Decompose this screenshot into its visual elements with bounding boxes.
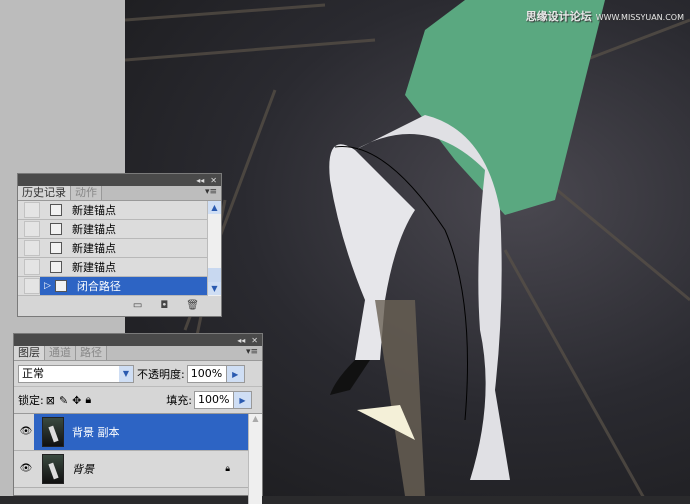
history-item[interactable]: 新建锚点	[18, 201, 207, 220]
history-item-selected[interactable]: ▷ 闭合路径	[18, 277, 207, 296]
layers-scrollbar[interactable]: ▲	[248, 414, 262, 504]
history-scrollbar[interactable]: ▲ ▼	[207, 201, 221, 296]
lock-all-icon[interactable]: 🔒︎	[85, 393, 91, 407]
close-icon[interactable]: ✕	[251, 336, 258, 345]
history-item[interactable]: 新建锚点	[18, 239, 207, 258]
history-item-label: 新建锚点	[72, 223, 116, 236]
history-state-icon	[50, 204, 62, 216]
chevron-down-icon: ▼	[119, 365, 133, 382]
collapse-icon[interactable]: ◂◂	[196, 176, 204, 185]
blend-mode-select[interactable]: 正常 ▼	[18, 364, 134, 383]
tab-actions[interactable]: 动作	[71, 186, 102, 200]
layer-name[interactable]: 背景	[72, 461, 94, 477]
watermark: 思缘设计论坛 WWW.MISSYUAN.COM	[525, 10, 684, 23]
history-item-label: 新建锚点	[72, 242, 116, 255]
layers-panel: ◂◂ ✕ 图层 通道 路径 ▾≡ 正常 ▼ 不透明度: 100% ▶ 锁定: ⊠ ✎…	[13, 333, 263, 504]
lock-transparent-icon[interactable]: ⊠	[46, 394, 55, 407]
lock-paint-icon[interactable]: ✎	[59, 394, 68, 407]
history-item[interactable]: 新建锚点	[18, 258, 207, 277]
layer-thumbnail	[42, 454, 64, 484]
tab-channels[interactable]: 通道	[45, 346, 76, 360]
collapse-icon[interactable]: ◂◂	[237, 336, 245, 345]
panel-menu-icon[interactable]: ▾≡	[205, 187, 217, 197]
tab-history[interactable]: 历史记录	[18, 186, 71, 200]
panel-menu-icon[interactable]: ▾≡	[246, 347, 258, 357]
history-state-icon	[50, 242, 62, 254]
fill-label: 填充:	[166, 394, 192, 407]
history-state-icon	[50, 261, 62, 273]
scroll-thumb[interactable]	[208, 268, 221, 282]
visibility-eye-icon[interactable]: 👁︎	[18, 425, 34, 439]
camera-snapshot-icon[interactable]: ◘	[160, 300, 168, 311]
snapshot-source-checkbox[interactable]	[24, 221, 40, 237]
opacity-slider-button[interactable]: ▶	[226, 364, 245, 383]
lock-move-icon[interactable]: ✥	[72, 394, 81, 407]
scroll-up-icon[interactable]: ▲	[249, 414, 262, 423]
opacity-label: 不透明度:	[137, 367, 185, 381]
new-document-from-state-icon[interactable]: ▭	[133, 300, 142, 311]
history-item[interactable]: 新建锚点	[18, 220, 207, 239]
snapshot-source-checkbox[interactable]	[24, 278, 40, 294]
tab-layers[interactable]: 图层	[14, 346, 45, 360]
layer-row-selected[interactable]: 👁︎ 背景 副本	[14, 414, 248, 451]
history-state-pointer-icon: ▷	[44, 281, 51, 291]
layer-row[interactable]: 👁︎ 背景 🔒︎	[14, 451, 248, 488]
tab-paths[interactable]: 路径	[76, 346, 107, 360]
snapshot-source-checkbox[interactable]	[24, 259, 40, 275]
layer-thumbnail	[42, 417, 64, 447]
fill-input[interactable]: 100%	[194, 391, 234, 409]
history-state-icon	[54, 280, 67, 292]
close-icon[interactable]: ✕	[210, 176, 217, 185]
trash-icon[interactable]: 🗑	[186, 300, 199, 311]
visibility-eye-icon[interactable]: 👁︎	[18, 462, 34, 476]
history-state-icon	[50, 223, 62, 235]
fill-slider-button[interactable]: ▶	[234, 391, 252, 409]
history-panel: ◂◂ ✕ 历史记录 动作 ▾≡ 新建锚点 新建锚点 新建锚点 新建锚点 ▷ 闭合路径…	[17, 173, 222, 317]
panel-titlebar[interactable]: ◂◂ ✕	[18, 174, 221, 186]
history-item-label: 新建锚点	[72, 204, 116, 217]
scroll-up-icon[interactable]: ▲	[208, 201, 221, 214]
history-item-label: 新建锚点	[72, 261, 116, 274]
layer-name[interactable]: 背景 副本	[72, 424, 120, 440]
snapshot-source-checkbox[interactable]	[24, 240, 40, 256]
layer-lock-icon: 🔒︎	[225, 464, 230, 474]
panel-titlebar[interactable]: ◂◂ ✕	[14, 334, 262, 346]
snapshot-source-checkbox[interactable]	[24, 202, 40, 218]
scroll-down-icon[interactable]: ▼	[208, 282, 221, 295]
lock-label: 锁定:	[18, 394, 44, 407]
history-item-label: 闭合路径	[76, 280, 121, 293]
opacity-input[interactable]: 100%	[186, 364, 227, 383]
